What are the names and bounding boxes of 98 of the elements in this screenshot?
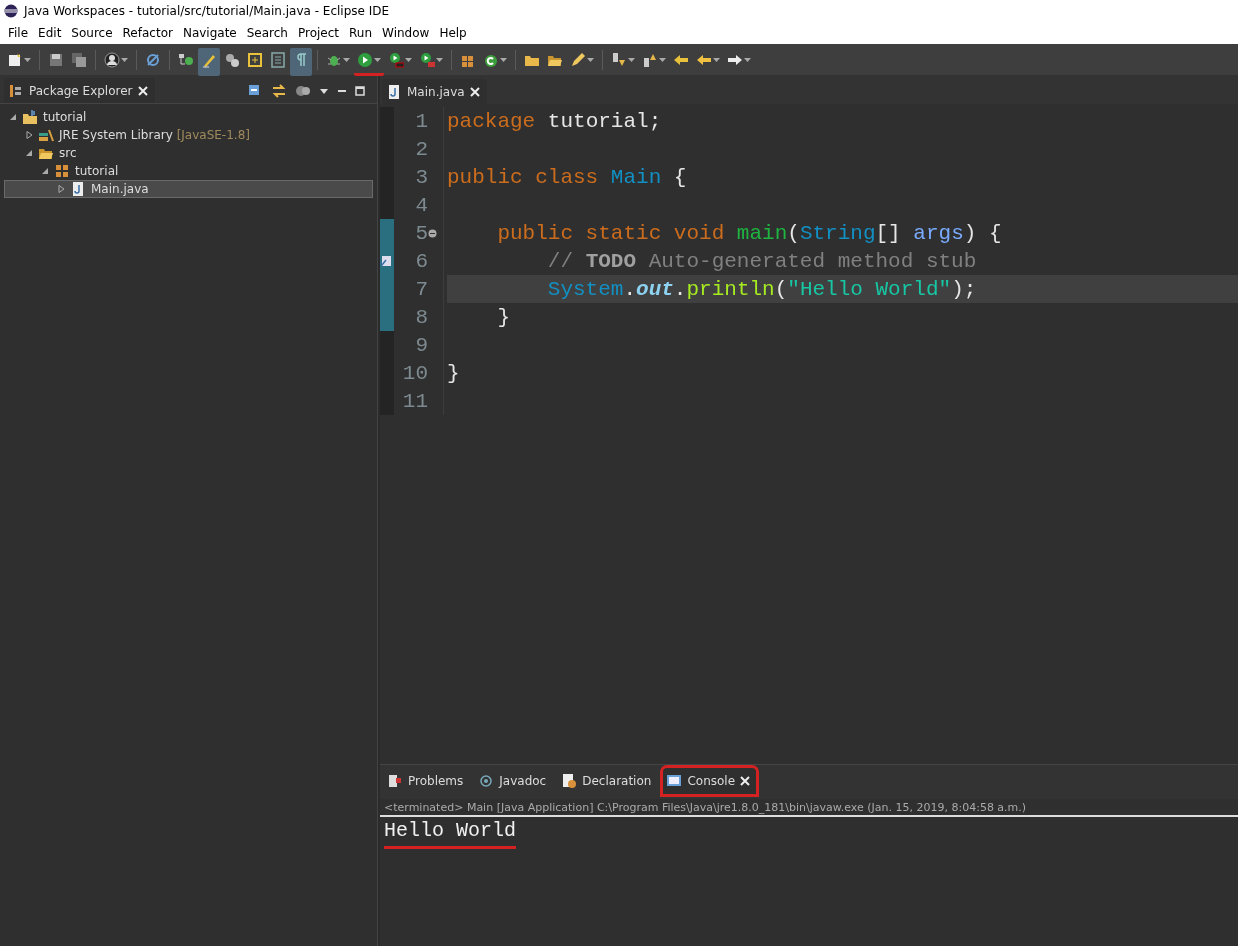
code-line: } [496, 304, 511, 331]
line-number: 6 [414, 249, 428, 273]
tree-item[interactable]: Main.java [4, 180, 373, 198]
menu-item[interactable]: Search [241, 24, 293, 42]
line-number: 2 [414, 137, 428, 161]
collapsed-arrow-icon[interactable] [25, 131, 33, 139]
last-edit-icon [673, 52, 689, 68]
view-tab[interactable]: Console [663, 768, 757, 794]
back-arrow-icon [696, 52, 712, 68]
skip-breakpoints-icon [145, 52, 161, 68]
view-tab[interactable]: Problems [384, 768, 470, 794]
expanded-arrow-icon[interactable] [41, 167, 49, 175]
code-line: package tutorial; [447, 108, 663, 135]
code-line: // TODO Auto-generated method stub [546, 248, 978, 275]
caret-icon [628, 57, 635, 63]
line-number: 7 [414, 277, 428, 301]
close-icon[interactable] [469, 86, 480, 97]
next-annotation-icon [611, 52, 627, 68]
collapsed-arrow-icon[interactable] [57, 185, 65, 193]
toolbar-button[interactable] [290, 47, 312, 76]
menu-item[interactable]: Project [292, 24, 345, 42]
line-number: 8 [414, 305, 428, 329]
window-title: Java Workspaces - tutorial/src/tutorial/Main.java - Eclipse IDE [24, 4, 390, 18]
caret-icon [405, 57, 412, 63]
caret-icon [436, 57, 443, 63]
caret-icon [713, 57, 720, 63]
java-file-icon [70, 181, 86, 197]
toolbar-button[interactable] [198, 47, 220, 76]
line-number: 1 [414, 109, 428, 133]
caret-icon [587, 57, 594, 63]
library-books-icon [38, 127, 54, 143]
menu-item[interactable]: Window [377, 24, 435, 42]
close-icon[interactable] [137, 85, 148, 96]
menu-item[interactable]: Run [344, 24, 378, 42]
line-number: 3 [414, 165, 428, 189]
highlighter-icon [201, 52, 217, 68]
code-line: public static void main(String[] args) { [496, 220, 1003, 247]
console-output: Hello World [384, 819, 517, 849]
block-selection-icon [270, 52, 286, 68]
line-number: 4 [414, 193, 428, 217]
console-status: <terminated> Main [Java Application] C:\Program Files\Java\jre1.8.0_181\bin\javaw.exe (Jan. 15, 2019, 8:04:58 a.m.) [380, 799, 1238, 817]
view-menu-icon [319, 86, 329, 96]
editor-tab[interactable]: Main.java [382, 79, 487, 104]
at-sign-icon [478, 773, 495, 789]
caret-icon [744, 57, 751, 63]
package-icon [54, 163, 70, 179]
java-file-icon [386, 83, 402, 100]
menu-item[interactable]: Refactor [117, 24, 178, 42]
previous-annotation-icon [642, 52, 658, 68]
tree-item[interactable]: tutorial [4, 162, 373, 180]
menu-item[interactable]: Help [434, 24, 472, 42]
line-number: 10 [401, 361, 428, 385]
tree-item[interactable]: JRE System Library [JavaSE-1.8] [4, 126, 373, 144]
task-icon [380, 255, 392, 267]
fold-icon[interactable] [428, 228, 437, 238]
view-tab[interactable]: Declaration [558, 768, 658, 794]
link-arrows-icon [271, 83, 287, 99]
pencil-icon [570, 52, 586, 68]
person-icon [104, 52, 120, 68]
tree-item[interactable]: src [4, 144, 373, 162]
save-all-icon [71, 52, 87, 68]
caret-icon [659, 57, 666, 63]
run-icon [357, 52, 373, 68]
caret-icon [121, 57, 128, 63]
menu-item[interactable]: Source [66, 24, 118, 42]
declaration-icon [561, 773, 578, 789]
forward-arrow-icon [727, 52, 743, 68]
new-file-icon [7, 52, 23, 68]
close-icon[interactable] [740, 776, 751, 786]
line-number: 11 [401, 389, 428, 413]
problems-icon [387, 773, 403, 789]
code-line: } [447, 360, 461, 387]
project-folder-icon [22, 109, 38, 125]
run-coverage-icon [388, 52, 404, 68]
external-tools-icon [419, 52, 435, 68]
caret-icon [24, 57, 31, 63]
line-number: 9 [414, 333, 428, 357]
menu-item[interactable]: Navigate [177, 24, 242, 42]
eclipse-logo [4, 4, 18, 18]
caret-icon [500, 57, 507, 63]
menu-item[interactable]: File [3, 24, 34, 42]
view-tab[interactable]: Package Explorer [4, 78, 155, 103]
code-line: public class Main { [447, 164, 688, 191]
package-explorer-icon [8, 82, 24, 99]
caret-icon [343, 57, 350, 63]
view-tab[interactable]: Javadoc [475, 768, 553, 794]
hierarchy-icon [178, 52, 194, 68]
tree-item[interactable]: tutorial [4, 108, 373, 126]
caret-icon [374, 57, 381, 63]
save-icon [48, 52, 64, 68]
console-icon [666, 773, 683, 789]
new-class-icon [483, 52, 499, 68]
menu-item[interactable]: Edit [33, 24, 67, 42]
maximize-icon [355, 86, 365, 96]
expanded-arrow-icon[interactable] [25, 149, 33, 157]
expanded-arrow-icon[interactable] [9, 113, 17, 121]
line-number: 5 [414, 221, 428, 245]
code-editor[interactable]: 1 package tutorial; 2 3 public class Main { 4 5 public static void main(String[] args) { 6 // TODO Auto-generated method stub 7 System.out.println("Hello World"); 8 } 9 10 } 11 [380, 104, 1238, 764]
